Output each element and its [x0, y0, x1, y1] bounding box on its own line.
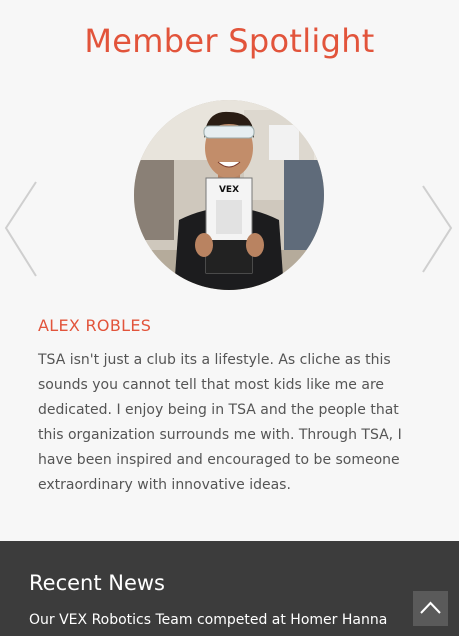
member-photo: VEX — [134, 100, 324, 290]
member-name: ALEX ROBLES — [38, 316, 152, 335]
news-title: Recent News — [29, 571, 165, 595]
news-item-link[interactable]: Our VEX Robotics Team competed at Homer … — [29, 612, 387, 628]
chevron-right-icon — [422, 185, 453, 273]
next-slide-button[interactable] — [417, 180, 457, 280]
vex-badge-text: VEX — [219, 185, 239, 195]
section-title: Member Spotlight — [84, 22, 375, 60]
recent-news-section: Recent News Our VEX Robotics Team compet… — [0, 541, 459, 636]
back-to-top-button[interactable] — [413, 591, 448, 626]
previous-slide-button[interactable] — [2, 180, 42, 280]
member-spotlight-section: Member Spotlight VEX ALEX ROBLES TSA isn… — [0, 0, 459, 541]
member-quote: TSA isn't just a club its a lifestyle. A… — [38, 352, 402, 493]
arrow-up-icon — [420, 601, 441, 614]
chevron-left-icon — [4, 181, 37, 277]
